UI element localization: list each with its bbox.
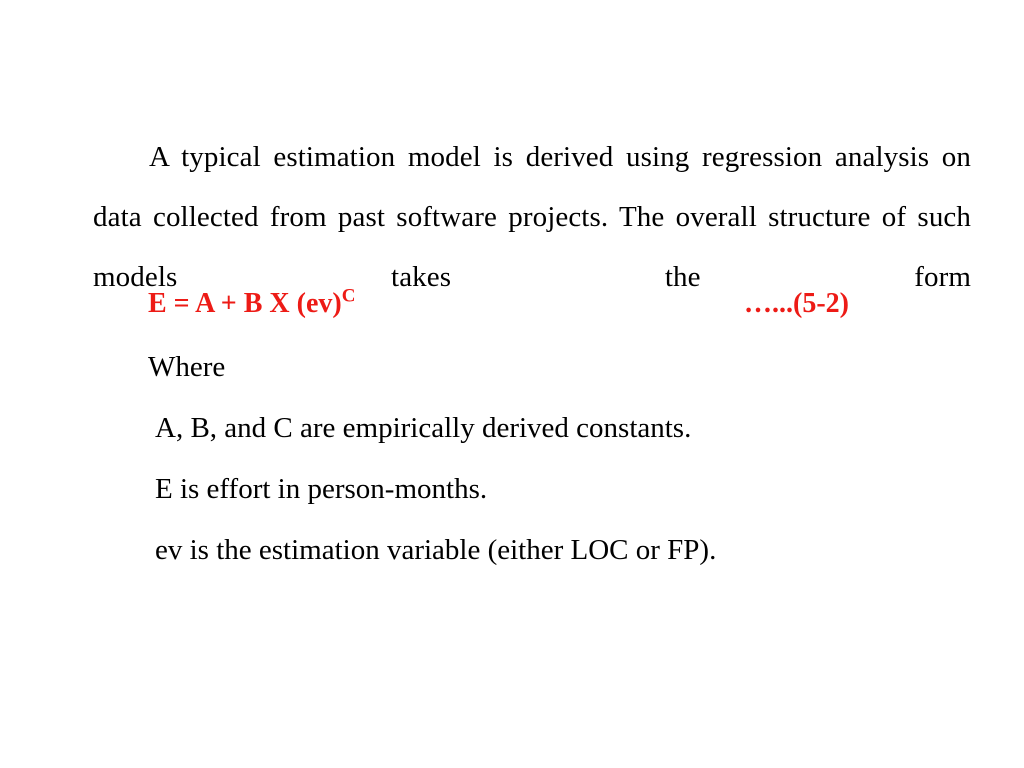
definition-line-effort: E is effort in person-months. xyxy=(155,473,488,505)
formula-base: E = A + B X (ev) xyxy=(148,288,342,319)
definition-line-estimation-variable: ev is the estimation variable (either LO… xyxy=(155,534,717,566)
where-label: Where xyxy=(148,351,226,383)
slide-canvas: A typical estimation model is derived us… xyxy=(0,0,1024,768)
equation-number: …...(5-2) xyxy=(744,288,849,319)
estimation-formula: E = A + B X (ev)C xyxy=(148,285,355,323)
formula-row: E = A + B X (ev)C …...(5-2) xyxy=(148,285,908,327)
definition-line-constants: A, B, and C are empirically derived cons… xyxy=(155,412,692,444)
formula-exponent: C xyxy=(341,285,356,307)
intro-paragraph: A typical estimation model is derived us… xyxy=(93,141,971,293)
